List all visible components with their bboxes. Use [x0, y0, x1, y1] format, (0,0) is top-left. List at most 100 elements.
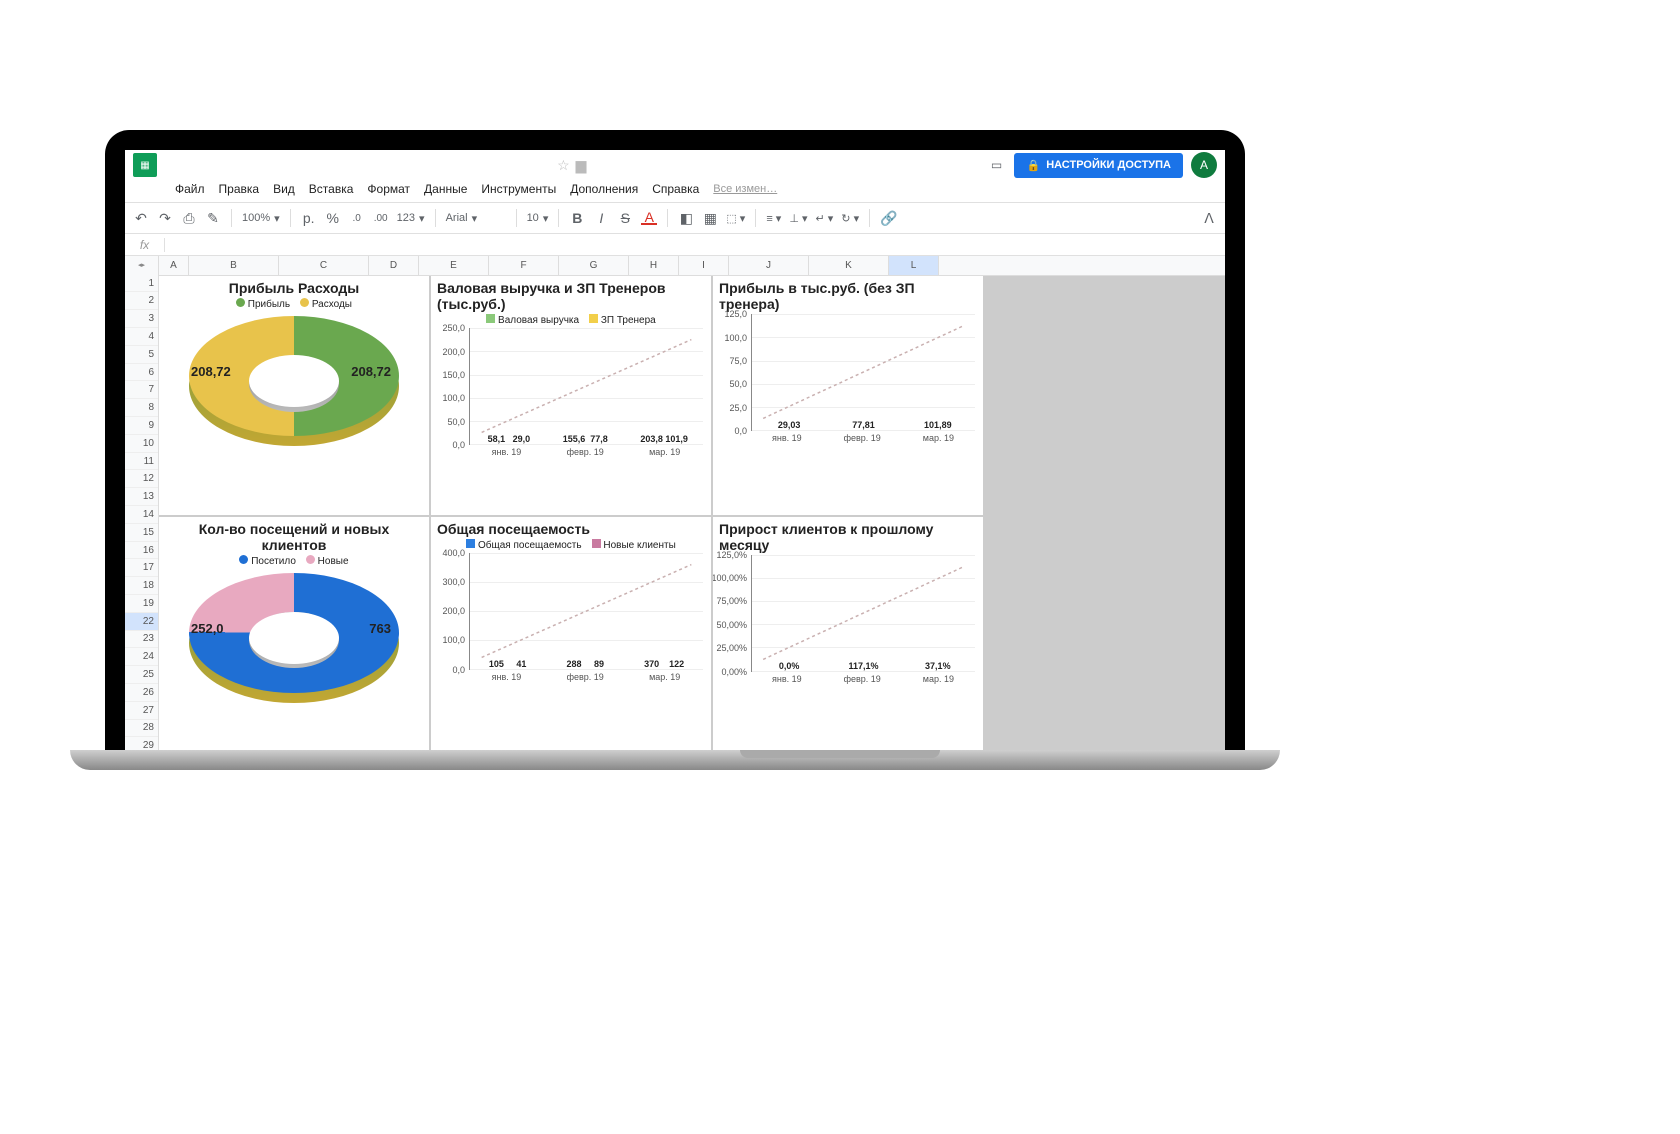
row-header[interactable]: 10	[125, 435, 158, 453]
row-header[interactable]: 13	[125, 488, 158, 506]
row-header[interactable]: 28	[125, 720, 158, 738]
bar-chart: 0,00%25,00%50,00%75,00%100,00%125,0%0,0%…	[719, 555, 977, 690]
row-header[interactable]: 9	[125, 417, 158, 435]
row-header[interactable]: 19	[125, 595, 158, 613]
h-align-icon[interactable]: ≡ ▾	[766, 212, 781, 225]
comments-icon[interactable]: ▭	[986, 155, 1006, 175]
italic-icon[interactable]: I	[593, 210, 609, 226]
strike-icon[interactable]: S	[617, 210, 633, 226]
row-header[interactable]: 4	[125, 328, 158, 346]
menu-insert[interactable]: Вставка	[309, 182, 354, 196]
formula-bar: fx	[125, 234, 1225, 256]
zoom-select[interactable]: 100% ▾	[242, 212, 280, 225]
row-header[interactable]: 18	[125, 577, 158, 595]
share-button[interactable]: 🔒 НАСТРОЙКИ ДОСТУПА	[1014, 153, 1183, 178]
column-header[interactable]: H	[629, 256, 679, 275]
column-header[interactable]: A	[159, 256, 189, 275]
column-header[interactable]: E	[419, 256, 489, 275]
chart-panel[interactable]: Прирост клиентов к прошлому месяцу0,00%2…	[713, 517, 983, 756]
row-header[interactable]: 25	[125, 666, 158, 684]
row-header[interactable]: 26	[125, 684, 158, 702]
chart-legend: Общая посещаемость Новые клиенты	[437, 539, 705, 551]
column-header[interactable]: I	[679, 256, 729, 275]
column-header[interactable]: C	[279, 256, 369, 275]
chart-panel[interactable]: Прибыль в тыс.руб. (без ЗП тренера)0,025…	[713, 276, 983, 515]
avatar[interactable]: A	[1191, 152, 1217, 178]
fill-color-icon[interactable]: ◧	[678, 210, 694, 227]
row-header[interactable]: 11	[125, 453, 158, 471]
undo-icon[interactable]: ↶	[133, 210, 149, 227]
menu-help[interactable]: Справка	[652, 182, 699, 196]
menu-edit[interactable]: Правка	[219, 182, 260, 196]
row-header[interactable]: 5	[125, 346, 158, 364]
changes-link[interactable]: Все измен…	[713, 183, 777, 195]
wrap-icon[interactable]: ↵ ▾	[816, 212, 834, 225]
slice-label: 252,0	[191, 621, 224, 636]
number-format-select[interactable]: 123 ▾	[397, 212, 425, 225]
merge-cells-icon[interactable]: ⬚ ▾	[726, 212, 745, 225]
row-headers: ◂▸ 1234567891011121314151617181922232425…	[125, 256, 159, 755]
menu-addons[interactable]: Дополнения	[570, 182, 638, 196]
decrease-decimal-button[interactable]: .0	[349, 213, 365, 224]
row-header[interactable]: 1	[125, 275, 158, 293]
menu-view[interactable]: Вид	[273, 182, 295, 196]
row-header[interactable]: 2	[125, 292, 158, 310]
chart-panel[interactable]: Кол-во посещений и новых клиентов Посети…	[159, 517, 429, 756]
v-align-icon[interactable]: ⊥ ▾	[789, 212, 807, 225]
redo-icon[interactable]: ↷	[157, 210, 173, 227]
menu-data[interactable]: Данные	[424, 182, 467, 196]
menu-format[interactable]: Формат	[367, 182, 410, 196]
sheets-logo-icon[interactable]: ▦	[133, 153, 157, 177]
row-header[interactable]: 3	[125, 310, 158, 328]
column-header[interactable]: J	[729, 256, 809, 275]
row-header[interactable]: 23	[125, 631, 158, 649]
link-icon[interactable]: 🔗	[880, 210, 896, 227]
star-icon[interactable]: ☆	[557, 157, 570, 174]
paint-format-icon[interactable]: ✎	[205, 210, 221, 227]
lock-icon: 🔒	[1026, 159, 1040, 172]
x-axis: янв. 19февр. 19мар. 19	[751, 433, 975, 449]
donut-chart: 208,72 208,72	[189, 316, 399, 446]
row-header[interactable]: 15	[125, 524, 158, 542]
borders-icon[interactable]: ▦	[702, 210, 718, 227]
menu-tools[interactable]: Инструменты	[481, 182, 556, 196]
text-color-icon[interactable]: A	[641, 211, 657, 225]
chart-panel[interactable]: Общая посещаемость Общая посещаемость Но…	[431, 517, 711, 756]
row-header[interactable]: 14	[125, 506, 158, 524]
column-header[interactable]: D	[369, 256, 419, 275]
slice-label: 208,72	[191, 364, 231, 379]
bold-icon[interactable]: B	[569, 210, 585, 226]
row-header[interactable]: 16	[125, 542, 158, 560]
x-axis: янв. 19февр. 19мар. 19	[751, 674, 975, 690]
currency-button[interactable]: р.	[301, 210, 317, 226]
row-header[interactable]: 7	[125, 381, 158, 399]
row-header[interactable]: 8	[125, 399, 158, 417]
print-icon[interactable]: ⎙	[181, 210, 197, 227]
chart-title: Валовая выручка и ЗП Тренеров (тыс.руб.)	[437, 280, 705, 312]
menu-file[interactable]: Файл	[175, 182, 205, 196]
chart-panel[interactable]: Валовая выручка и ЗП Тренеров (тыс.руб.)…	[431, 276, 711, 515]
rotate-icon[interactable]: ↻ ▾	[841, 212, 859, 225]
increase-decimal-button[interactable]: .00	[373, 213, 389, 224]
row-header[interactable]: 17	[125, 559, 158, 577]
column-header[interactable]: B	[189, 256, 279, 275]
column-header[interactable]: F	[489, 256, 559, 275]
font-select[interactable]: Arial ▾	[446, 212, 506, 225]
toolbar-expand-icon[interactable]: ᐱ	[1201, 210, 1217, 227]
row-header[interactable]: 27	[125, 702, 158, 720]
title-bar: ▦ ☆ ▆ ▭ 🔒 НАСТРОЙКИ ДОСТУПА A	[125, 150, 1225, 180]
chart-title: Прибыль в тыс.руб. (без ЗП тренера)	[719, 280, 977, 312]
row-collapse-icon[interactable]: ◂▸	[125, 256, 158, 275]
column-header[interactable]: L	[889, 256, 939, 275]
row-header[interactable]: 6	[125, 364, 158, 382]
font-size-select[interactable]: 10 ▾	[527, 212, 549, 225]
chart-panel[interactable]: Прибыль Расходы Прибыль Расходы 208,72 2…	[159, 276, 429, 515]
row-header[interactable]: 22	[125, 613, 158, 631]
menu-bar: Файл Правка Вид Вставка Формат Данные Ин…	[125, 180, 1225, 202]
column-header[interactable]: K	[809, 256, 889, 275]
folder-icon[interactable]: ▆	[576, 157, 587, 174]
row-header[interactable]: 24	[125, 648, 158, 666]
column-header[interactable]: G	[559, 256, 629, 275]
row-header[interactable]: 12	[125, 470, 158, 488]
percent-button[interactable]: %	[325, 210, 341, 226]
